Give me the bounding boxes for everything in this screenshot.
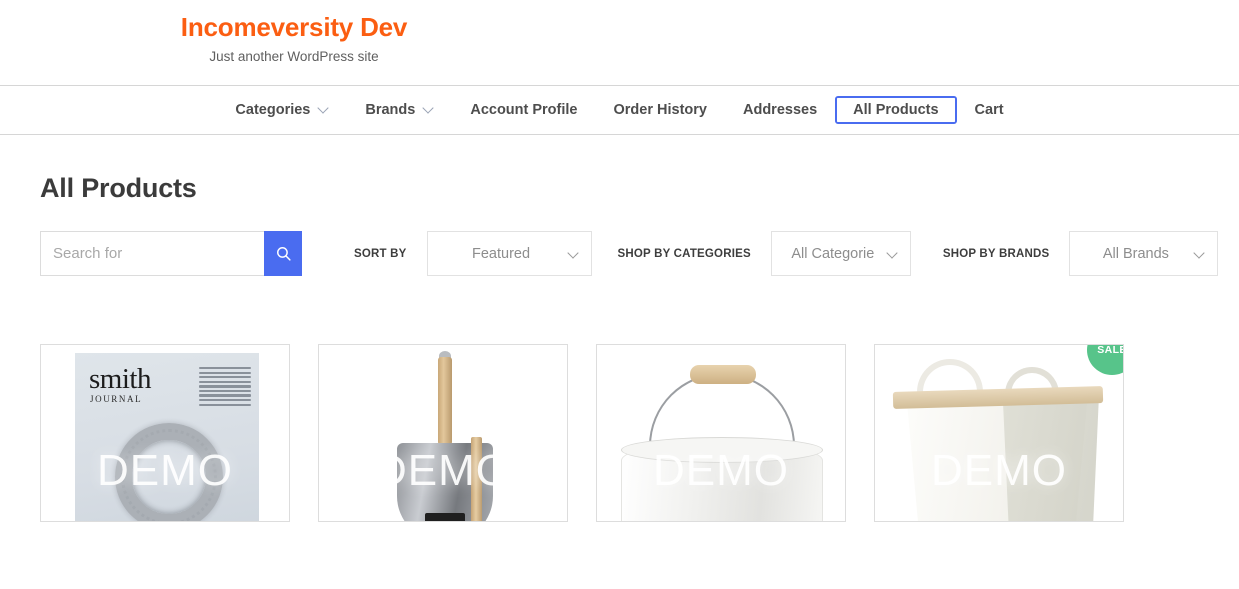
shop-by-categories-label: SHOP BY CATEGORIES	[617, 247, 751, 260]
site-tagline: Just another WordPress site	[209, 49, 379, 64]
nav-item-label: Cart	[974, 101, 1004, 118]
nav-item-addresses[interactable]: Addresses	[725, 96, 835, 125]
search-input[interactable]	[40, 231, 264, 276]
product-image-garden-shovel	[319, 345, 567, 521]
nav-item-all-products[interactable]: All Products	[835, 95, 957, 125]
sort-by-select-wrapper: Featured	[426, 231, 592, 276]
magazine-cover-text-lines	[199, 367, 251, 408]
product-card[interactable]: smith JOURNAL DEMO	[40, 344, 290, 522]
product-card[interactable]: DEMO	[596, 344, 846, 522]
nav-item-label: Order History	[613, 101, 707, 118]
nav-item-order-history[interactable]: Order History	[596, 96, 725, 125]
nav-item-cart[interactable]: Cart	[957, 96, 1022, 125]
nav-item-label: Categories	[235, 101, 311, 118]
wreath-graphic	[115, 423, 223, 521]
chevron-down-icon	[318, 104, 329, 115]
search-group	[40, 231, 302, 276]
page-title: All Products	[40, 173, 197, 203]
page-content: All Products SORT BY Featured SHOP BY CA…	[0, 135, 1239, 522]
nav-item-categories[interactable]: Categories	[217, 96, 347, 125]
sort-by-label: SORT BY	[354, 247, 407, 260]
categories-select[interactable]: All Categorie	[770, 231, 911, 276]
product-card[interactable]: DEMO SALE	[874, 344, 1124, 522]
main-navigation: Categories Brands Account Profile Order …	[0, 86, 1239, 135]
brands-select[interactable]: All Brands	[1069, 231, 1219, 276]
nav-item-label: Addresses	[742, 101, 818, 118]
categories-select-wrapper: All Categorie	[770, 231, 911, 276]
nav-item-label: Brands	[365, 101, 416, 118]
magazine-cover-title: smith	[89, 363, 151, 395]
shop-by-brands-label: SHOP BY BRANDS	[942, 247, 1050, 260]
site-header: Incomeversity Dev Just another WordPress…	[0, 0, 1239, 86]
product-card[interactable]: DEMO	[318, 344, 568, 522]
chevron-down-icon	[423, 104, 434, 115]
search-icon	[276, 247, 291, 261]
sort-by-select[interactable]: Featured	[426, 231, 592, 276]
product-image-metal-bucket	[597, 345, 845, 521]
product-grid: smith JOURNAL DEMO DEMO DEMO DEMO SALE	[40, 344, 1199, 522]
brands-select-wrapper: All Brands	[1069, 231, 1219, 276]
magazine-cover-subtitle: JOURNAL	[90, 394, 143, 404]
nav-item-brands[interactable]: Brands	[347, 96, 452, 125]
search-button[interactable]	[264, 231, 302, 276]
nav-item-label: All Products	[853, 101, 939, 118]
nav-item-label: Account Profile	[470, 101, 578, 118]
nav-item-account-profile[interactable]: Account Profile	[452, 96, 595, 125]
site-title[interactable]: Incomeversity Dev	[0, 12, 588, 43]
product-filter-toolbar: SORT BY Featured SHOP BY CATEGORIES All …	[40, 231, 1219, 276]
product-image-canvas-tote-bag	[875, 345, 1123, 521]
product-image-smith-journal-magazine: smith JOURNAL	[41, 345, 289, 521]
